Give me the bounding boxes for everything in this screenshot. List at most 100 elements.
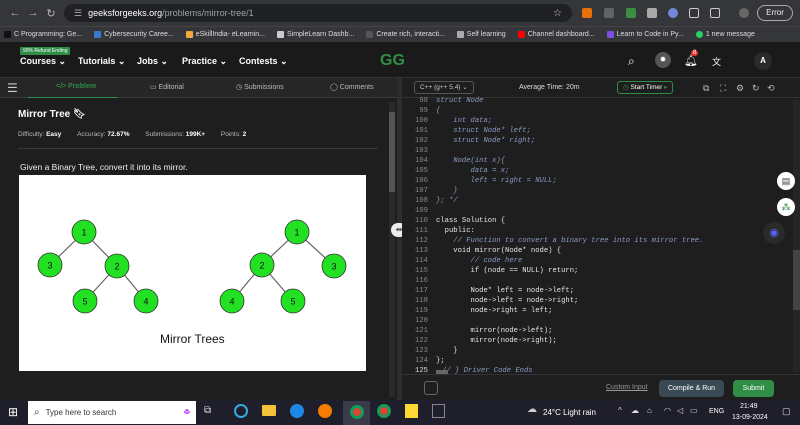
scroll-thumb[interactable]	[793, 250, 800, 310]
translate-icon[interactable]: 文	[712, 55, 721, 68]
error-button[interactable]: Error	[757, 5, 793, 21]
bookmark-item[interactable]: SimpleLearn Dashb...	[276, 31, 354, 38]
bookmark-item[interactable]: Learn to Code in Py...	[606, 31, 684, 38]
bookmark-icon[interactable]: 🔖︎	[73, 109, 86, 120]
wifi-icon[interactable]: ◠	[664, 406, 671, 415]
code-line[interactable]: 103	[402, 146, 782, 156]
bookmark-item[interactable]: 1 new message	[695, 31, 755, 38]
settings-icon[interactable]: ⚙	[736, 83, 744, 94]
fullscreen-icon[interactable]: ⛶	[720, 83, 726, 94]
submit-button[interactable]: Submit	[733, 380, 774, 397]
gfg-logo[interactable]: GG	[380, 50, 420, 70]
chrome-taskbar-button[interactable]	[343, 401, 370, 425]
compile-run-button[interactable]: Compile & Run	[659, 380, 724, 397]
search-icon[interactable]: ⌕	[628, 54, 635, 69]
clock-date[interactable]: 13-09-2024	[732, 414, 768, 421]
sidepanel-icon[interactable]	[710, 8, 720, 18]
code-editor[interactable]: 98 struct Node 99{100 int data; 101 struct …	[402, 96, 800, 375]
code-line[interactable]: 118 node->left = node->right;	[402, 296, 782, 306]
code-line[interactable]: 121 mirror(node->left);	[402, 326, 782, 336]
weather-icon[interactable]: ☁	[527, 404, 537, 415]
scroll-thumb[interactable]	[389, 112, 395, 192]
bookmark-item[interactable]: eSkillIndia- eLearnin...	[185, 31, 265, 38]
notifications-icon[interactable]: ▢	[782, 406, 791, 417]
code-line[interactable]: 116	[402, 276, 782, 286]
extension-icon[interactable]	[582, 8, 592, 18]
address-bar[interactable]: ☰ geeksforgeeks.org/problems/mirror-tree…	[64, 4, 572, 22]
code-line[interactable]: 110 class Solution {	[402, 216, 782, 226]
bookmark-item[interactable]: Self learning	[456, 31, 506, 38]
bookmark-item[interactable]: Cybersecurity Caree...	[94, 31, 174, 38]
task-view-icon[interactable]: ⧉	[204, 405, 211, 416]
language-select[interactable]: C++ (g++ 5.4) ⌄	[414, 81, 474, 94]
code-line[interactable]: 106 left = right = NULL;	[402, 176, 782, 186]
extension-icon[interactable]	[668, 8, 678, 18]
clock-time[interactable]: 21:49	[740, 403, 758, 410]
code-line[interactable]: 112 // Function to convert a binary tree…	[402, 236, 782, 246]
tab-editorial[interactable]: ▭ Editorial	[150, 83, 184, 91]
site-info-icon[interactable]: ☰	[74, 8, 82, 19]
code-line[interactable]: 122 mirror(node->right);	[402, 336, 782, 346]
back-icon[interactable]: ←	[6, 7, 24, 19]
firefox-icon[interactable]	[318, 404, 332, 418]
star-icon[interactable]: ☆	[553, 8, 562, 19]
code-line[interactable]: 111 public:	[402, 226, 782, 236]
code-line[interactable]: 108}; */	[402, 196, 782, 206]
bookmark-item[interactable]: Channel dashboard...	[517, 31, 595, 38]
bookmark-item[interactable]: Create rich, interacti...	[366, 31, 445, 38]
language-indicator[interactable]: ENG	[709, 408, 724, 415]
theme-toggle-icon[interactable]: ✹	[655, 52, 671, 68]
tab-comments[interactable]: ◯ Comments	[330, 83, 374, 91]
sticky-notes-icon[interactable]	[405, 404, 418, 418]
edge-icon[interactable]	[290, 404, 304, 418]
nav-contests[interactable]: Contests ⌄	[239, 56, 288, 67]
chrome-icon[interactable]	[377, 404, 391, 418]
nav-tutorials[interactable]: Tutorials ⌄	[78, 56, 125, 67]
battery-icon[interactable]: ▭	[690, 406, 698, 415]
extension-icon[interactable]	[626, 8, 636, 18]
tab-submissions[interactable]: ◷ Submissions	[236, 83, 284, 91]
discord-icon[interactable]: ◉	[763, 222, 785, 244]
reload-icon[interactable]: ↻	[42, 7, 60, 20]
start-timer-button[interactable]: ◷ Start Timer ▸	[617, 81, 674, 94]
code-line[interactable]: 102 struct Node* right;	[402, 136, 782, 146]
code-line[interactable]: 114 // code here	[402, 256, 782, 266]
volume-icon[interactable]: ◁	[677, 406, 683, 415]
book-icon[interactable]: ▤	[777, 172, 795, 190]
copy-icon[interactable]: ⧉	[703, 83, 709, 94]
code-line[interactable]: 109	[402, 206, 782, 216]
profile-avatar[interactable]	[739, 8, 749, 18]
avatar[interactable]: A	[754, 52, 772, 70]
code-line[interactable]: 117 Node* left = node->left;	[402, 286, 782, 296]
extension-icon[interactable]	[604, 8, 614, 18]
editor-scrollbar[interactable]	[793, 100, 800, 372]
code-line[interactable]: 100 int data;	[402, 116, 782, 126]
nav-practice[interactable]: Practice ⌄	[182, 56, 227, 67]
app-icon[interactable]	[432, 404, 445, 418]
code-line[interactable]: 120	[402, 316, 782, 326]
code-line[interactable]: 107 }	[402, 186, 782, 196]
tray-chevron-icon[interactable]: ^	[618, 406, 622, 415]
code-line[interactable]: 105 data = x;	[402, 166, 782, 176]
code-line[interactable]: 123 }	[402, 346, 782, 356]
bookmark-item[interactable]: C Programming: Ge...	[4, 31, 82, 38]
share-icon[interactable]: ⁂	[777, 198, 795, 216]
menu-icon[interactable]: ☰	[7, 81, 18, 95]
custom-input-checkbox[interactable]	[424, 381, 438, 395]
network-icon[interactable]: ⌂	[647, 406, 652, 415]
code-line[interactable]: 98 struct Node	[402, 96, 782, 106]
left-scrollbar[interactable]	[389, 102, 395, 397]
puzzle-icon[interactable]	[689, 8, 699, 18]
code-line[interactable]: 115 if (node == NULL) return;	[402, 266, 782, 276]
weather-text[interactable]: 24°C Light rain	[543, 408, 596, 417]
refresh-icon[interactable]: ↻	[752, 83, 760, 94]
custom-input-link[interactable]: Custom Input	[606, 384, 648, 391]
nav-courses[interactable]: Courses ⌄	[20, 56, 66, 67]
nav-jobs[interactable]: Jobs ⌄	[137, 56, 168, 67]
forward-icon[interactable]: →	[24, 7, 42, 19]
reset-icon[interactable]: ⟲	[767, 83, 775, 94]
code-line[interactable]: 99 {	[402, 106, 782, 116]
tab-problem[interactable]: </> Problem	[56, 83, 96, 90]
windows-start-icon[interactable]: ⊞	[8, 405, 18, 419]
cortana-icon[interactable]	[234, 404, 248, 418]
